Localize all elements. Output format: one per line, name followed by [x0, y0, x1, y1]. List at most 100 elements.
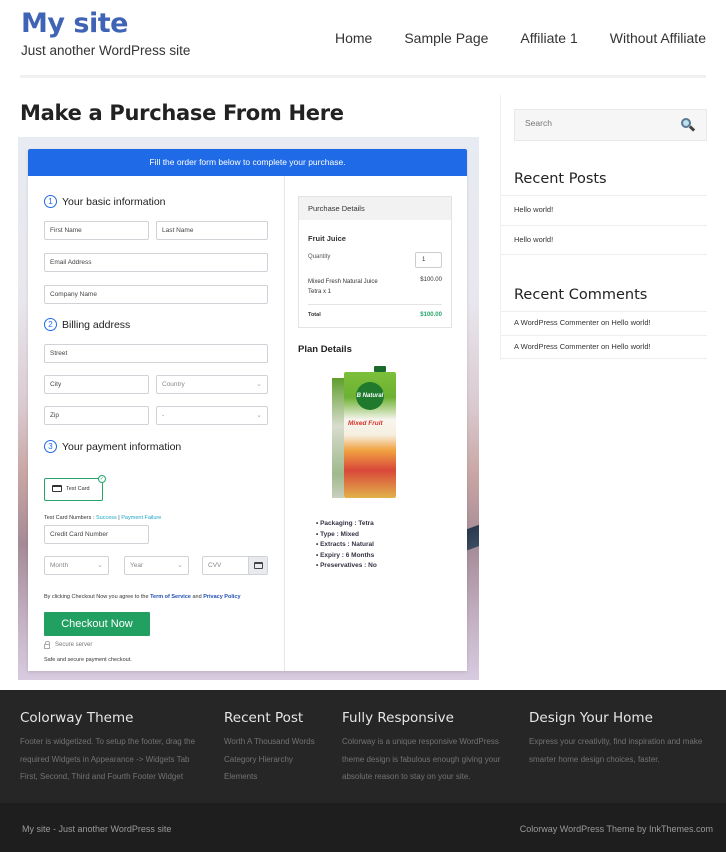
first-name-input[interactable]: First Name	[44, 221, 149, 240]
test-card-option[interactable]: Test Card ✓	[44, 475, 106, 501]
nav-home[interactable]: Home	[335, 30, 372, 46]
nav-affiliate-1[interactable]: Affiliate 1	[520, 30, 577, 46]
divider	[308, 304, 442, 305]
recent-comment-link[interactable]: A WordPress Commenter on Hello world!	[501, 335, 707, 359]
site-tagline: Just another WordPress site	[21, 43, 191, 58]
country-select-value: Country	[162, 381, 185, 388]
carton-side	[332, 378, 344, 498]
quantity-input[interactable]: 1	[415, 252, 442, 268]
checkout-now-button[interactable]: Checkout Now	[44, 612, 150, 636]
cvv-input[interactable]: CVV	[202, 556, 268, 575]
footer-post-link[interactable]: Category Hierarchy	[224, 751, 315, 769]
test-card-numbers: Test Card Numbers : Success | Payment Fa…	[44, 515, 161, 521]
form-right-column: Purchase Details Fruit Juice Quantity 1 …	[286, 176, 467, 671]
footer-text: theme design is fabulous enough giving y…	[342, 754, 501, 764]
recent-comment-link[interactable]: A WordPress Commenter on Hello world!	[501, 311, 707, 335]
year-select[interactable]: Year ⌄	[124, 556, 189, 575]
card-icon	[248, 557, 267, 574]
footer-col-colorway: Colorway Theme Footer is widgetized. To …	[20, 710, 195, 786]
footer-text: First, Second, Third and Fourth Footer W…	[20, 772, 184, 781]
order-form-card: Fill the order form below to complete yo…	[28, 149, 467, 671]
nav-sample-page[interactable]: Sample Page	[404, 30, 488, 46]
state-select[interactable]: - ⌄	[156, 406, 268, 425]
quantity-label: Quantity	[308, 254, 331, 260]
search-box	[514, 109, 707, 141]
footer-col-title: Recent Post	[224, 710, 304, 726]
recent-posts-title: Recent Posts	[514, 171, 607, 187]
page-title: Make a Purchase From Here	[20, 101, 344, 125]
footer-col-title: Colorway Theme	[20, 710, 134, 726]
footer-post-link[interactable]: Elements	[224, 768, 315, 786]
terms-link[interactable]: Term of Service	[150, 594, 191, 600]
credit-card-icon	[52, 485, 62, 493]
last-name-input[interactable]: Last Name	[156, 221, 268, 240]
line-item: Mixed Fresh Natural Juice Tetra x 1	[308, 279, 378, 295]
juice-product-image: B Natural Mixed Fruit	[328, 366, 398, 498]
site-title[interactable]: My site	[21, 8, 128, 39]
city-input[interactable]: City	[44, 375, 149, 394]
month-select[interactable]: Month ⌄	[44, 556, 109, 575]
recent-post-link[interactable]: Hello world!	[501, 195, 707, 225]
step-number-icon: 3	[44, 440, 57, 453]
carton-cap	[374, 366, 386, 372]
chevron-down-icon: ⌄	[177, 562, 183, 569]
street-input[interactable]: Street	[44, 344, 268, 363]
test-card-label: Test Card	[66, 486, 90, 492]
footer-text: Footer is widgetized. To setup the foote…	[20, 737, 196, 746]
step-basic-info: 1 Your basic information	[44, 195, 166, 208]
step-label: Your basic information	[62, 195, 166, 208]
card-number-input[interactable]: Credit Card Number	[44, 525, 149, 544]
plan-details-title: Plan Details	[298, 344, 352, 355]
footer-text: Colorway is a unique responsive WordPres…	[342, 737, 499, 746]
lock-icon	[44, 640, 50, 649]
country-select[interactable]: Country ⌄	[156, 375, 268, 394]
test-failure-link[interactable]: Payment Failure	[121, 515, 161, 521]
chevron-down-icon: ⌄	[97, 562, 103, 569]
search-icon[interactable]	[681, 118, 696, 132]
total-label: Total	[308, 312, 321, 318]
chevron-down-icon: ⌄	[256, 412, 262, 419]
test-success-link[interactable]: Success	[96, 515, 117, 521]
footer-text: required Widgets in Appearance -> Widget…	[20, 754, 190, 764]
safe-checkout-text: Safe and secure payment checkout.	[44, 657, 132, 663]
plan-features: Packaging : Tetra Type : Mixed Extracts …	[316, 519, 377, 572]
nav-without-affiliate[interactable]: Without Affiliate	[610, 30, 706, 46]
main-nav: Home Sample Page Affiliate 1 Without Aff…	[303, 30, 706, 46]
agree-prefix: By clicking Checkout Now you agree to th…	[44, 594, 151, 600]
footer-col-title: Design Your Home	[529, 710, 653, 726]
privacy-link[interactable]: Privacy Policy	[203, 594, 240, 600]
search-input[interactable]	[525, 118, 675, 128]
footer-bottom-bar: My site - Just another WordPress site Co…	[0, 803, 726, 852]
plan-feature: Extracts : Natural	[316, 540, 377, 551]
recent-comments-title: Recent Comments	[514, 287, 648, 303]
email-input[interactable]: Email Address	[44, 253, 268, 272]
footer-post-link[interactable]: Worth A Thousand Words	[224, 733, 315, 751]
step-number-icon: 2	[44, 318, 57, 331]
plan-feature: Type : Mixed	[316, 530, 377, 541]
chevron-down-icon: ⌄	[256, 381, 262, 388]
footer-col-title: Fully Responsive	[342, 710, 454, 726]
footer-col-recent-post: Recent Post Worth A Thousand Words Categ…	[224, 710, 315, 786]
year-select-value: Year	[130, 562, 144, 569]
sidebar: Recent Posts Hello world! Hello world! R…	[500, 95, 707, 360]
secure-server: Secure server	[44, 640, 93, 649]
plan-feature: Packaging : Tetra	[316, 519, 377, 530]
footer-text: Express your creativity, find inspiratio…	[529, 737, 703, 746]
footer-text: absolute reason to stay on your site.	[342, 772, 471, 781]
footer-col-design-home: Design Your Home Express your creativity…	[529, 710, 702, 768]
state-select-value: -	[162, 412, 165, 419]
footer-widgets: Colorway Theme Footer is widgetized. To …	[0, 690, 726, 803]
recent-post-link[interactable]: Hello world!	[501, 225, 707, 255]
secure-server-label: Secure server	[55, 642, 93, 648]
step-payment: 3 Your payment information	[44, 440, 181, 453]
step-label: Billing address	[62, 318, 131, 331]
step-billing: 2 Billing address	[44, 318, 130, 331]
zip-input[interactable]: Zip	[44, 406, 149, 425]
product-name: Fruit Juice	[308, 234, 346, 243]
site-header: My site Just another WordPress site Home…	[0, 0, 726, 78]
checkout-screenshot: Fill the order form below to complete yo…	[18, 137, 479, 680]
footer-theme-credit[interactable]: Colorway WordPress Theme by InkThemes.co…	[520, 824, 713, 834]
test-card-numbers-label: Test Card Numbers :	[44, 515, 96, 521]
footer-site-credit[interactable]: My site - Just another WordPress site	[22, 824, 171, 834]
company-input[interactable]: Company Name	[44, 285, 268, 304]
